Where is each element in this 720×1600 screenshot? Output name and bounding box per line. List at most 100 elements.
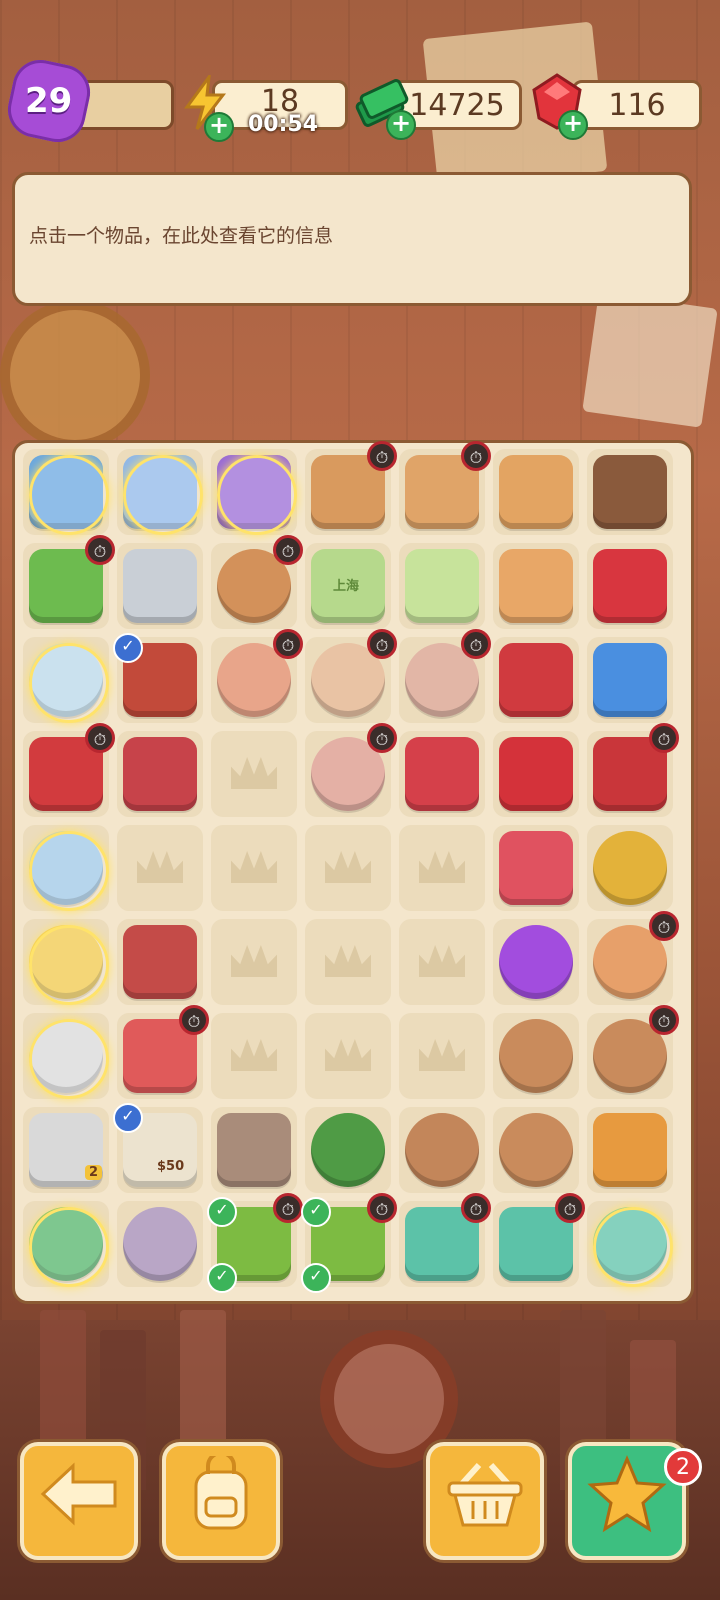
timer-lock-icon: ⏱: [273, 535, 303, 565]
board-cell[interactable]: [211, 1107, 297, 1193]
board-cell[interactable]: [23, 919, 109, 1005]
timer-lock-icon: ⏱: [179, 1005, 209, 1035]
notification-badge: 2: [664, 1448, 702, 1486]
board-cell[interactable]: [587, 825, 673, 911]
board-cell[interactable]: [493, 637, 579, 723]
checkmark-icon: ✓: [301, 1263, 331, 1293]
board-cell[interactable]: [23, 825, 109, 911]
footprint-sample-icon: [217, 1113, 291, 1187]
board-cell[interactable]: ⏱: [399, 1193, 491, 1287]
empty-board-cell: [399, 825, 485, 911]
board-cell[interactable]: [117, 449, 203, 535]
timer-lock-icon: ⏱: [85, 723, 115, 753]
ice-cream-bar-icon: [593, 1113, 667, 1187]
board-cell[interactable]: ⏱: [399, 441, 491, 535]
item-info-text: 点击一个物品，在此处查看它的信息: [29, 225, 334, 247]
board-cell[interactable]: ✓: [113, 633, 203, 723]
sparkle-glow-icon: [29, 925, 109, 1005]
red-tool-case-icon: [499, 643, 573, 717]
board-cell[interactable]: [399, 1107, 485, 1193]
board-cell[interactable]: [117, 919, 203, 1005]
board-cell[interactable]: [211, 449, 297, 535]
board-cell[interactable]: [23, 1013, 109, 1099]
backpack-button[interactable]: [162, 1442, 280, 1560]
empty-board-cell: [211, 825, 297, 911]
timer-lock-icon: ⏱: [649, 1005, 679, 1035]
empty-board-cell: [211, 919, 297, 1005]
sparkle-glow-icon: [593, 1207, 673, 1287]
empty-board-cell: [399, 1013, 485, 1099]
garden-trowel-icon: [123, 737, 197, 811]
board-cell[interactable]: [117, 731, 203, 817]
add-gems-button[interactable]: +: [558, 110, 588, 140]
checkmark-icon: ✓: [207, 1263, 237, 1293]
board-cell[interactable]: ⏱: [587, 723, 679, 817]
board-cell[interactable]: ⏱: [117, 1005, 209, 1099]
red-toolbox-icon: [593, 549, 667, 623]
red-tray-icon: [405, 737, 479, 811]
blue-headphones-icon: [593, 643, 667, 717]
sparkle-glow-icon: [123, 455, 203, 535]
board-cell[interactable]: ⏱ ✓ ✓: [301, 1193, 397, 1293]
board-cell[interactable]: [587, 543, 673, 629]
cardboard-stack-icon: [499, 455, 573, 529]
timer-lock-icon: ⏱: [555, 1193, 585, 1223]
checkmark-icon: ✓: [207, 1197, 237, 1227]
board-cell[interactable]: [493, 1107, 579, 1193]
add-cash-button[interactable]: +: [386, 110, 416, 140]
soap-label-text: 上海: [333, 579, 360, 594]
board-cell[interactable]: [23, 1201, 109, 1287]
basket-button[interactable]: [426, 1442, 544, 1560]
board-cell[interactable]: ⏱: [211, 629, 303, 723]
board-cell[interactable]: [587, 1201, 673, 1287]
board-cell[interactable]: ⏱: [493, 1193, 585, 1287]
item-info-panel: 点击一个物品，在此处查看它的信息: [12, 172, 692, 306]
timer-lock-icon: ⏱: [273, 1193, 303, 1223]
board-cell[interactable]: [493, 1013, 579, 1099]
board-cell[interactable]: [117, 1201, 203, 1287]
star-icon: [587, 1455, 667, 1547]
board-cell[interactable]: ⏱: [305, 629, 397, 723]
board-cell[interactable]: [493, 731, 579, 817]
back-button[interactable]: [20, 1442, 138, 1560]
board-cell[interactable]: [23, 637, 109, 723]
board-cell[interactable]: ⏱: [23, 723, 115, 817]
board-cell[interactable]: [587, 449, 673, 535]
board-cell[interactable]: ⏱: [305, 723, 397, 817]
board-cell[interactable]: ⏱: [587, 1005, 679, 1099]
board-cell[interactable]: ⏱: [587, 911, 679, 1005]
sparkle-glow-icon: [29, 1207, 109, 1287]
empty-board-cell: [305, 825, 391, 911]
level-value: 29: [25, 80, 73, 121]
board-cell[interactable]: 2: [23, 1107, 109, 1193]
add-energy-button[interactable]: +: [204, 112, 234, 142]
board-cell[interactable]: [305, 1107, 391, 1193]
board-cell[interactable]: [399, 731, 485, 817]
board-cell[interactable]: ⏱: [23, 535, 115, 629]
board-cell[interactable]: [117, 543, 203, 629]
hand-saw-icon: [123, 549, 197, 623]
board-cell[interactable]: ⏱ ✓ ✓: [207, 1193, 303, 1293]
board-cell[interactable]: [23, 449, 109, 535]
backpack-icon: [186, 1451, 256, 1546]
character-portrait-icon: [123, 1207, 197, 1281]
board-cell[interactable]: [493, 449, 579, 535]
board-cell[interactable]: ⏱: [211, 535, 303, 629]
board-cell[interactable]: [493, 919, 579, 1005]
board-cell[interactable]: [493, 825, 579, 911]
checkmark-icon: ✓: [113, 1103, 143, 1133]
checkmark-icon: ✓: [113, 633, 143, 663]
level-badge[interactable]: 29: [2, 54, 96, 148]
board-cell[interactable]: ⏱: [399, 629, 491, 723]
garden-fork-icon: [123, 925, 197, 999]
board-cell[interactable]: [587, 1107, 673, 1193]
sparkle-glow-icon: [217, 455, 297, 535]
empty-board-cell: [305, 919, 391, 1005]
board-cell[interactable]: 上海: [305, 543, 391, 629]
board-cell[interactable]: [399, 543, 485, 629]
board-cell[interactable]: [587, 637, 673, 723]
board-cell[interactable]: ✓ $50: [113, 1103, 203, 1193]
empty-board-cell: [399, 919, 485, 1005]
board-cell[interactable]: ⏱: [305, 441, 397, 535]
board-cell[interactable]: [493, 543, 579, 629]
